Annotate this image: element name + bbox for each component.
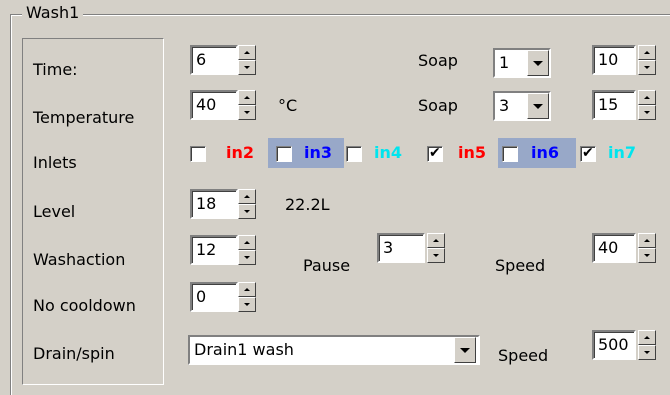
- spin-speed-down-button[interactable]: [638, 345, 656, 360]
- chevron-down-icon: [533, 61, 543, 66]
- inlet-label-in5: in5: [458, 143, 487, 162]
- time-value: 6: [196, 50, 207, 69]
- pause-up-button[interactable]: [427, 233, 445, 248]
- check-icon: ✔: [582, 145, 594, 161]
- group-title: Wash1: [22, 3, 84, 23]
- inlet-checkbox-in7[interactable]: ✔: [580, 145, 596, 162]
- soap1-amount-down-button[interactable]: [638, 60, 656, 75]
- drain-program-dropdown-button[interactable]: [454, 337, 476, 363]
- level-value: 18: [196, 194, 217, 213]
- soap2-dropdown-button[interactable]: [527, 93, 549, 119]
- no-cooldown-value: 0: [196, 287, 207, 306]
- soap1-dropdown-button[interactable]: [527, 50, 549, 76]
- soap1-amount-up-button[interactable]: [638, 45, 656, 60]
- label-no-cooldown: No cooldown: [33, 296, 136, 315]
- soap1-label: Soap: [418, 51, 458, 70]
- inlet-label-in6: in6: [531, 143, 560, 162]
- inlet-checkbox-in6[interactable]: [502, 146, 518, 162]
- washaction-up-button[interactable]: [238, 235, 256, 250]
- no-cooldown-down-button[interactable]: [238, 297, 256, 312]
- inlet-label-in4: in4: [374, 143, 403, 162]
- temperature-value: 40: [196, 95, 217, 114]
- label-drain-spin: Drain/spin: [33, 344, 115, 363]
- washaction-down-button[interactable]: [238, 250, 256, 265]
- label-inlets: Inlets: [33, 153, 77, 172]
- inlet-label-in2: in2: [226, 143, 255, 162]
- label-temperature: Temperature: [33, 108, 135, 127]
- soap2-amount-up-button[interactable]: [638, 90, 656, 105]
- label-time: Time:: [33, 60, 78, 79]
- spin-speed-value: 500: [598, 335, 629, 354]
- temperature-unit: °C: [278, 96, 298, 115]
- level-down-button[interactable]: [238, 204, 256, 219]
- speed-label-drain: Speed: [498, 346, 549, 365]
- soap2-value: 3: [499, 96, 510, 115]
- check-icon: ✔: [429, 145, 441, 161]
- level-up-button[interactable]: [238, 189, 256, 204]
- no-cooldown-up-button[interactable]: [238, 282, 256, 297]
- soap2-amount-value: 15: [598, 95, 619, 114]
- soap2-label: Soap: [418, 96, 458, 115]
- wash-speed-up-button[interactable]: [638, 233, 656, 248]
- inlet-checkbox-in2[interactable]: [190, 146, 206, 162]
- wash-speed-value: 40: [598, 238, 619, 257]
- soap1-value: 1: [499, 53, 510, 72]
- inlet-label-in7: in7: [608, 143, 637, 162]
- washaction-value: 12: [196, 240, 217, 259]
- inlet-checkbox-in3[interactable]: [276, 146, 292, 162]
- temperature-down-button[interactable]: [238, 105, 256, 120]
- inlet-checkbox-in5[interactable]: ✔: [427, 145, 443, 162]
- level-liters: 22.2L: [285, 195, 330, 214]
- inlet-label-in3: in3: [304, 143, 333, 162]
- time-down-button[interactable]: [238, 60, 256, 75]
- wash-speed-down-button[interactable]: [638, 248, 656, 263]
- inlet-checkbox-in4[interactable]: [346, 146, 362, 162]
- drain-program-value: Drain1 wash: [194, 340, 294, 359]
- soap1-amount-value: 10: [598, 50, 619, 69]
- pause-value: 3: [383, 238, 394, 257]
- time-up-button[interactable]: [238, 45, 256, 60]
- label-washaction: Washaction: [33, 250, 126, 269]
- label-level: Level: [33, 202, 76, 221]
- speed-label-washaction: Speed: [495, 256, 546, 275]
- pause-label: Pause: [303, 256, 351, 275]
- chevron-down-icon: [533, 104, 543, 109]
- pause-down-button[interactable]: [427, 248, 445, 263]
- soap2-amount-down-button[interactable]: [638, 105, 656, 120]
- temperature-up-button[interactable]: [238, 90, 256, 105]
- spin-speed-up-button[interactable]: [638, 330, 656, 345]
- chevron-down-icon: [460, 348, 470, 353]
